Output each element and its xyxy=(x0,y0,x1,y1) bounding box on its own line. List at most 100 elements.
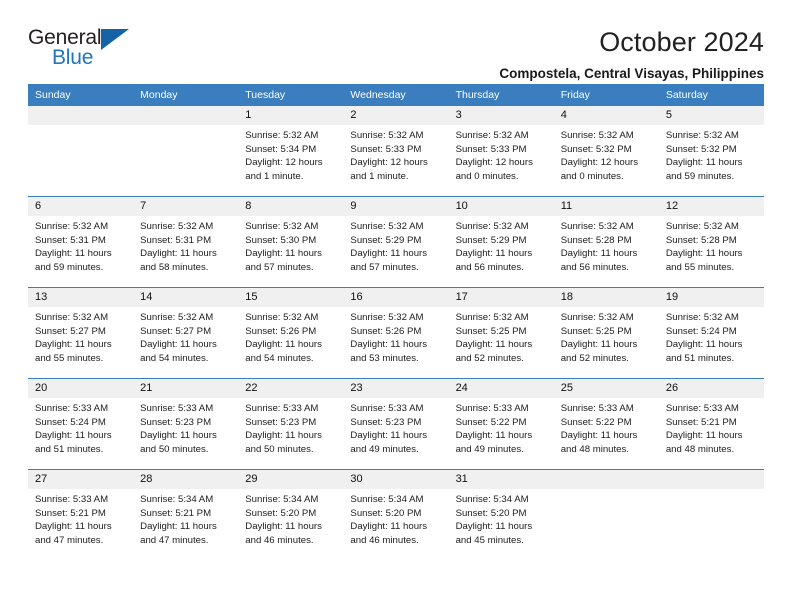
day-box: 19 Sunrise: 5:32 AM Sunset: 5:24 PM Dayligh… xyxy=(658,288,764,377)
day-details: Sunrise: 5:33 AM Sunset: 5:23 PM Daylight:… xyxy=(343,398,448,456)
day-box: 10 Sunrise: 5:32 AM Sunset: 5:29 PM Dayligh… xyxy=(448,197,554,286)
day-box: 13 Sunrise: 5:32 AM Sunset: 5:27 PM Dayligh… xyxy=(28,288,134,377)
day-number: 16 xyxy=(343,288,449,307)
calendar-week-row: 13 Sunrise: 5:32 AM Sunset: 5:27 PM Dayligh… xyxy=(28,287,764,379)
calendar-day-cell[interactable]: 10 Sunrise: 5:32 AM Sunset: 5:29 PM Dayligh… xyxy=(448,196,554,288)
calendar-day-cell[interactable]: 5 Sunrise: 5:32 AM Sunset: 5:32 PM Daylight… xyxy=(658,106,764,197)
calendar-day-cell[interactable]: 26 Sunrise: 5:33 AM Sunset: 5:21 PM Dayligh… xyxy=(658,378,764,470)
day-box: 5 Sunrise: 5:32 AM Sunset: 5:32 PM Daylight… xyxy=(658,106,764,195)
calendar-day-cell[interactable]: 15 Sunrise: 5:32 AM Sunset: 5:26 PM Dayligh… xyxy=(238,287,344,379)
sunset-text: Sunset: 5:20 PM xyxy=(245,507,317,519)
calendar-day-cell[interactable]: 18 Sunrise: 5:32 AM Sunset: 5:25 PM Dayligh… xyxy=(553,287,659,379)
calendar-day-cell[interactable]: 1 Sunrise: 5:32 AM Sunset: 5:34 PM Daylight… xyxy=(238,106,344,197)
day-number: 13 xyxy=(28,288,134,307)
sunset-text: Sunset: 5:31 PM xyxy=(35,234,106,246)
day-box: 3 Sunrise: 5:32 AM Sunset: 5:33 PM Daylight… xyxy=(448,106,554,195)
calendar-day-cell[interactable]: 28 Sunrise: 5:34 AM Sunset: 5:21 PM Dayligh… xyxy=(133,469,239,560)
day-box: 6 Sunrise: 5:32 AM Sunset: 5:31 PM Daylight… xyxy=(28,197,134,286)
calendar-day-cell[interactable]: 17 Sunrise: 5:32 AM Sunset: 5:25 PM Dayligh… xyxy=(448,287,554,379)
calendar-day-cell[interactable]: 27 Sunrise: 5:33 AM Sunset: 5:21 PM Dayligh… xyxy=(28,469,134,560)
calendar-day-cell[interactable]: 14 Sunrise: 5:32 AM Sunset: 5:27 PM Dayligh… xyxy=(133,287,239,379)
sunset-text: Sunset: 5:28 PM xyxy=(665,234,737,246)
calendar-day-cell[interactable]: 23 Sunrise: 5:33 AM Sunset: 5:23 PM Dayligh… xyxy=(343,378,449,470)
calendar-day-cell[interactable]: 19 Sunrise: 5:32 AM Sunset: 5:24 PM Dayligh… xyxy=(658,287,764,379)
day-details: Sunrise: 5:32 AM Sunset: 5:25 PM Daylight:… xyxy=(449,307,554,365)
day-box: 23 Sunrise: 5:33 AM Sunset: 5:23 PM Dayligh… xyxy=(343,379,449,468)
sunrise-text: Sunrise: 5:34 AM xyxy=(455,494,529,505)
day-number: 8 xyxy=(238,197,344,216)
sunset-text: Sunset: 5:21 PM xyxy=(35,507,106,519)
calendar-day-cell[interactable]: 16 Sunrise: 5:32 AM Sunset: 5:26 PM Dayligh… xyxy=(343,287,449,379)
generalblue-logo[interactable]: General Blue xyxy=(28,26,144,72)
day-details: Sunrise: 5:32 AM Sunset: 5:25 PM Daylight:… xyxy=(554,307,659,365)
daylight-text: Daylight: 12 hours and 0 minutes. xyxy=(455,157,533,182)
day-details: Sunrise: 5:32 AM Sunset: 5:31 PM Daylight:… xyxy=(133,216,238,274)
calendar-day-cell[interactable]: 24 Sunrise: 5:33 AM Sunset: 5:22 PM Dayligh… xyxy=(448,378,554,470)
day-box: 11 Sunrise: 5:32 AM Sunset: 5:28 PM Dayligh… xyxy=(553,197,659,286)
daylight-text: Daylight: 11 hours and 57 minutes. xyxy=(350,248,428,273)
sunrise-text: Sunrise: 5:33 AM xyxy=(560,403,634,414)
daylight-text: Daylight: 11 hours and 56 minutes. xyxy=(455,248,533,273)
calendar-day-cell[interactable]: 29 Sunrise: 5:34 AM Sunset: 5:20 PM Dayligh… xyxy=(238,469,344,560)
day-number: 11 xyxy=(553,197,659,216)
calendar-day-cell[interactable]: 7 Sunrise: 5:32 AM Sunset: 5:31 PM Daylight… xyxy=(133,196,239,288)
calendar-day-cell[interactable]: 25 Sunrise: 5:33 AM Sunset: 5:22 PM Dayligh… xyxy=(553,378,659,470)
calendar-day-cell[interactable]: 6 Sunrise: 5:32 AM Sunset: 5:31 PM Daylight… xyxy=(28,196,134,288)
sunset-text: Sunset: 5:22 PM xyxy=(560,416,632,428)
calendar-day-cell[interactable]: 4 Sunrise: 5:32 AM Sunset: 5:32 PM Daylight… xyxy=(553,106,659,197)
day-box: 18 Sunrise: 5:32 AM Sunset: 5:25 PM Dayligh… xyxy=(553,288,659,377)
day-number: 14 xyxy=(133,288,239,307)
day-box: 27 Sunrise: 5:33 AM Sunset: 5:21 PM Dayligh… xyxy=(28,470,134,559)
day-details: Sunrise: 5:32 AM Sunset: 5:29 PM Daylight:… xyxy=(449,216,554,274)
calendar-day-cell[interactable]: 8 Sunrise: 5:32 AM Sunset: 5:30 PM Daylight… xyxy=(238,196,344,288)
sunset-text: Sunset: 5:29 PM xyxy=(455,234,527,246)
daylight-text: Daylight: 11 hours and 54 minutes. xyxy=(245,339,322,364)
sunrise-text: Sunrise: 5:32 AM xyxy=(560,312,634,323)
day-details: Sunrise: 5:32 AM Sunset: 5:29 PM Daylight:… xyxy=(343,216,448,274)
sunrise-text: Sunrise: 5:34 AM xyxy=(350,494,424,505)
daylight-text: Daylight: 11 hours and 54 minutes. xyxy=(140,339,217,364)
day-number: 3 xyxy=(448,106,554,125)
calendar-day-cell[interactable]: 12 Sunrise: 5:32 AM Sunset: 5:28 PM Dayligh… xyxy=(658,196,764,288)
day-details: Sunrise: 5:34 AM Sunset: 5:20 PM Daylight:… xyxy=(449,489,554,547)
weekday-header-thursday: Thursday xyxy=(448,84,554,106)
day-number: 23 xyxy=(343,379,449,398)
daylight-text: Daylight: 11 hours and 58 minutes. xyxy=(140,248,217,273)
day-box: 25 Sunrise: 5:33 AM Sunset: 5:22 PM Dayligh… xyxy=(553,379,659,468)
calendar-day-cell[interactable]: 13 Sunrise: 5:32 AM Sunset: 5:27 PM Dayligh… xyxy=(28,287,134,379)
day-number: 20 xyxy=(28,379,134,398)
daylight-text: Daylight: 11 hours and 59 minutes. xyxy=(35,248,112,273)
daylight-text: Daylight: 11 hours and 47 minutes. xyxy=(140,521,217,546)
calendar-day-cell[interactable]: 21 Sunrise: 5:33 AM Sunset: 5:23 PM Dayligh… xyxy=(133,378,239,470)
calendar-day-cell[interactable]: 3 Sunrise: 5:32 AM Sunset: 5:33 PM Daylight… xyxy=(448,106,554,197)
sunset-text: Sunset: 5:31 PM xyxy=(140,234,212,246)
day-box xyxy=(658,470,764,559)
calendar-day-cell[interactable]: 30 Sunrise: 5:34 AM Sunset: 5:20 PM Dayligh… xyxy=(343,469,449,560)
day-box: 8 Sunrise: 5:32 AM Sunset: 5:30 PM Daylight… xyxy=(238,197,344,286)
calendar-header-row: Sunday Monday Tuesday Wednesday Thursday… xyxy=(28,84,764,106)
calendar-day-cell[interactable]: 2 Sunrise: 5:32 AM Sunset: 5:33 PM Daylight… xyxy=(343,106,449,197)
day-box: 24 Sunrise: 5:33 AM Sunset: 5:22 PM Dayligh… xyxy=(448,379,554,468)
sunrise-text: Sunrise: 5:32 AM xyxy=(245,312,319,323)
sunset-text: Sunset: 5:34 PM xyxy=(245,143,317,155)
calendar-day-cell[interactable]: 22 Sunrise: 5:33 AM Sunset: 5:23 PM Dayligh… xyxy=(238,378,344,470)
sunset-text: Sunset: 5:20 PM xyxy=(455,507,527,519)
sunset-text: Sunset: 5:26 PM xyxy=(245,325,317,337)
calendar-week-row: 6 Sunrise: 5:32 AM Sunset: 5:31 PM Daylight… xyxy=(28,196,764,288)
day-number: 29 xyxy=(238,470,344,489)
day-number: 24 xyxy=(448,379,554,398)
calendar-day-cell[interactable]: 9 Sunrise: 5:32 AM Sunset: 5:29 PM Daylight… xyxy=(343,196,449,288)
day-number: 4 xyxy=(553,106,659,125)
sunset-text: Sunset: 5:33 PM xyxy=(455,143,527,155)
day-number: 31 xyxy=(448,470,554,489)
daylight-text: Daylight: 11 hours and 57 minutes. xyxy=(245,248,322,273)
sunrise-text: Sunrise: 5:32 AM xyxy=(455,130,529,141)
sunset-text: Sunset: 5:25 PM xyxy=(455,325,527,337)
calendar-day-cell[interactable]: 31 Sunrise: 5:34 AM Sunset: 5:20 PM Dayligh… xyxy=(448,469,554,560)
day-box: 4 Sunrise: 5:32 AM Sunset: 5:32 PM Daylight… xyxy=(553,106,659,195)
day-details: Sunrise: 5:32 AM Sunset: 5:24 PM Daylight:… xyxy=(659,307,764,365)
sunset-text: Sunset: 5:22 PM xyxy=(455,416,527,428)
calendar-day-cell[interactable]: 20 Sunrise: 5:33 AM Sunset: 5:24 PM Dayligh… xyxy=(28,378,134,470)
weekday-header-tuesday: Tuesday xyxy=(238,84,344,106)
calendar-day-cell[interactable]: 11 Sunrise: 5:32 AM Sunset: 5:28 PM Dayligh… xyxy=(553,196,659,288)
